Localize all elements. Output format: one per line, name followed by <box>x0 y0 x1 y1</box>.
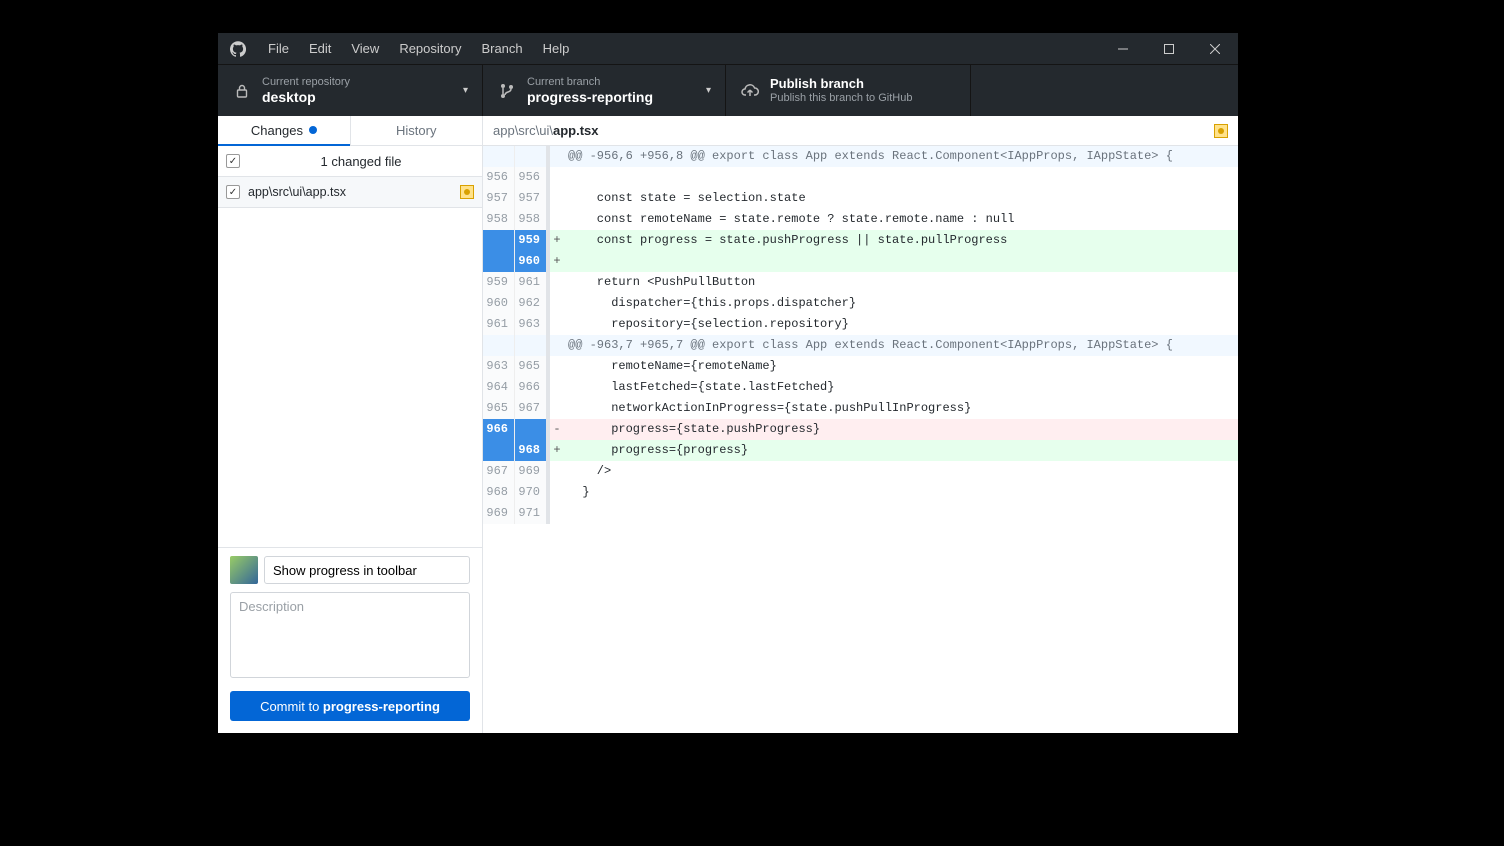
commit-button-branch: progress-reporting <box>323 699 440 714</box>
tab-history[interactable]: History <box>351 116 483 145</box>
diff-line[interactable]: 960+ <box>483 251 1238 272</box>
publish-branch-button[interactable]: Publish branch Publish this branch to Gi… <box>726 65 971 116</box>
repo-selector[interactable]: Current repository desktop ▾ <box>218 65 483 116</box>
branch-label: Current branch <box>527 76 653 89</box>
diff-line[interactable]: 961963 repository={selection.repository} <box>483 314 1238 335</box>
diff-header: app\src\ui\app.tsx <box>483 116 1238 146</box>
publish-subtitle: Publish this branch to GitHub <box>770 92 912 105</box>
cloud-upload-icon <box>740 84 760 98</box>
avatar <box>230 556 258 584</box>
commit-form: Commit to progress-reporting <box>218 547 482 733</box>
diff-line[interactable]: 964966 lastFetched={state.lastFetched} <box>483 377 1238 398</box>
tab-changes-label: Changes <box>251 123 303 138</box>
menu-branch[interactable]: Branch <box>471 33 532 64</box>
menu-repository[interactable]: Repository <box>389 33 471 64</box>
github-logo-icon <box>218 41 258 57</box>
window-minimize-icon[interactable] <box>1100 33 1146 64</box>
changes-indicator-dot <box>309 126 317 134</box>
menu-view[interactable]: View <box>341 33 389 64</box>
diff-line[interactable]: @@ -963,7 +965,7 @@ export class App ext… <box>483 335 1238 356</box>
diff-line[interactable]: 966- progress={state.pushProgress} <box>483 419 1238 440</box>
diff-line[interactable]: @@ -956,6 +956,8 @@ export class App ext… <box>483 146 1238 167</box>
menu-help[interactable]: Help <box>533 33 580 64</box>
changes-sidebar: Changes History ✓ 1 changed file ✓ app\s… <box>218 116 483 733</box>
branch-name: progress-reporting <box>527 89 653 106</box>
modified-badge-icon <box>460 185 474 199</box>
diff-line[interactable]: 968970 } <box>483 482 1238 503</box>
select-all-checkbox[interactable]: ✓ <box>226 154 240 168</box>
window-maximize-icon[interactable] <box>1146 33 1192 64</box>
repo-name: desktop <box>262 89 350 106</box>
changed-file-path: app\src\ui\app.tsx <box>248 185 460 199</box>
diff-line[interactable]: 959+ const progress = state.pushProgress… <box>483 230 1238 251</box>
diff-line[interactable]: 968+ progress={progress} <box>483 440 1238 461</box>
commit-summary-input[interactable] <box>264 556 470 584</box>
file-checkbox[interactable]: ✓ <box>226 185 240 199</box>
diff-line[interactable]: 960962 dispatcher={this.props.dispatcher… <box>483 293 1238 314</box>
diff-line[interactable]: 956956 <box>483 167 1238 188</box>
modified-badge-icon <box>1214 124 1228 138</box>
diff-body[interactable]: @@ -956,6 +956,8 @@ export class App ext… <box>483 146 1238 733</box>
commit-button-prefix: Commit to <box>260 699 323 714</box>
caret-down-icon: ▾ <box>463 85 468 96</box>
titlebar: File Edit View Repository Branch Help <box>218 33 1238 64</box>
commit-description-input[interactable] <box>230 592 470 678</box>
main: Changes History ✓ 1 changed file ✓ app\s… <box>218 116 1238 733</box>
diff-line[interactable]: 957957 const state = selection.state <box>483 188 1238 209</box>
diff-line[interactable]: 969971 <box>483 503 1238 524</box>
commit-button[interactable]: Commit to progress-reporting <box>230 691 470 721</box>
window-close-icon[interactable] <box>1192 33 1238 64</box>
changed-files-count: 1 changed file <box>248 154 474 169</box>
sidebar-tabs: Changes History <box>218 116 482 146</box>
caret-down-icon: ▾ <box>706 85 711 96</box>
changed-file-row[interactable]: ✓ app\src\ui\app.tsx <box>218 177 482 208</box>
changed-files-header: ✓ 1 changed file <box>218 146 482 177</box>
repo-label: Current repository <box>262 76 350 89</box>
tab-changes[interactable]: Changes <box>218 116 351 145</box>
branch-selector[interactable]: Current branch progress-reporting ▾ <box>483 65 726 116</box>
git-branch-icon <box>497 83 517 99</box>
diff-line[interactable]: 967969 /> <box>483 461 1238 482</box>
publish-title: Publish branch <box>770 76 912 92</box>
diff-line[interactable]: 958958 const remoteName = state.remote ?… <box>483 209 1238 230</box>
lock-icon <box>232 84 252 98</box>
diff-panel: app\src\ui\app.tsx @@ -956,6 +956,8 @@ e… <box>483 116 1238 733</box>
diff-line[interactable]: 959961 return <PushPullButton <box>483 272 1238 293</box>
diff-line[interactable]: 965967 networkActionInProgress={state.pu… <box>483 398 1238 419</box>
toolbar: Current repository desktop ▾ Current bra… <box>218 64 1238 116</box>
app-window: File Edit View Repository Branch Help Cu… <box>218 33 1238 733</box>
diff-file-path: app\src\ui\app.tsx <box>493 123 599 138</box>
menu-edit[interactable]: Edit <box>299 33 341 64</box>
diff-line[interactable]: 963965 remoteName={remoteName} <box>483 356 1238 377</box>
menu-file[interactable]: File <box>258 33 299 64</box>
